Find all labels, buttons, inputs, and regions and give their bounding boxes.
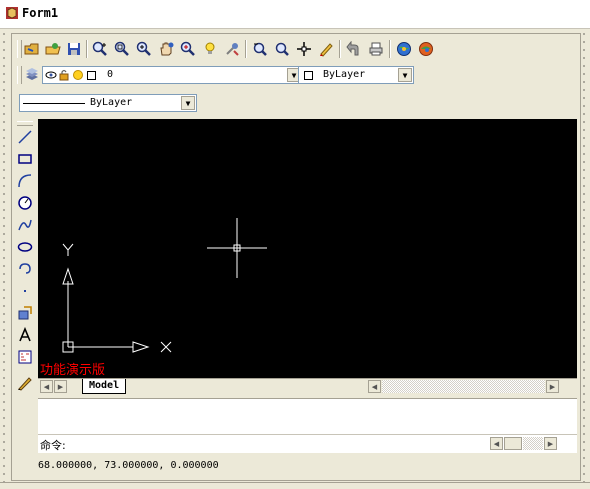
- form-grid-left: [0, 30, 10, 482]
- tab-scroll-first-icon[interactable]: ◀: [40, 380, 53, 393]
- color-value: ByLayer: [323, 69, 366, 80]
- zoom-realtime-icon[interactable]: [90, 40, 110, 58]
- text-tool-icon[interactable]: [16, 325, 34, 345]
- chevron-down-icon[interactable]: ▼: [398, 68, 412, 82]
- line-tool-icon[interactable]: [16, 127, 34, 147]
- layer-combo[interactable]: 0 ▼: [42, 66, 303, 84]
- ucs-y-text: Y: [76, 253, 77, 255]
- command-prompt: 命令:: [40, 439, 66, 452]
- layer-manager-icon[interactable]: [22, 66, 42, 84]
- ucs-x-text: X: [176, 351, 177, 353]
- draw-toolbar: [14, 119, 36, 399]
- coordinate-status: 68.000000, 73.000000, 0.000000: [38, 460, 219, 471]
- zoom-extents-icon[interactable]: [134, 40, 154, 58]
- command-history: [38, 398, 577, 435]
- lock-icon: [59, 69, 69, 84]
- block-insert-icon[interactable]: [16, 303, 34, 323]
- toolbar-grip[interactable]: [17, 121, 33, 126]
- layer-tool-icon[interactable]: [222, 40, 242, 58]
- hscroll-left-icon[interactable]: ◀: [368, 380, 381, 393]
- spline-tool-icon[interactable]: [16, 215, 34, 235]
- open-icon[interactable]: [22, 40, 42, 58]
- standard-toolbar: [14, 37, 442, 61]
- open-folder-icon[interactable]: [43, 40, 63, 58]
- color-globe-icon[interactable]: [394, 40, 414, 58]
- color-combo[interactable]: ByLayer ▼: [298, 66, 414, 84]
- move-cross-icon[interactable]: [294, 40, 314, 58]
- redraw-globe-icon[interactable]: [416, 40, 436, 58]
- hatch-tool-icon[interactable]: [16, 347, 34, 367]
- light-bulb-icon[interactable]: [200, 40, 220, 58]
- eye-icon: [45, 70, 57, 83]
- horizontal-scrollbar[interactable]: [382, 380, 545, 393]
- hscroll-right-icon[interactable]: ▶: [546, 380, 559, 393]
- edit-pencil-icon[interactable]: [16, 373, 34, 393]
- circle-tool-icon[interactable]: [16, 193, 34, 213]
- chevron-down-icon[interactable]: ▼: [181, 96, 195, 110]
- pan-hand-icon[interactable]: [156, 40, 176, 58]
- cmd-scroll-right-icon[interactable]: ▶: [544, 437, 557, 450]
- toolbar-separator: [389, 40, 391, 58]
- linetype-value: ByLayer: [90, 97, 133, 108]
- demo-watermark: 功能演示版: [40, 363, 106, 378]
- cmd-scroll-thumb[interactable]: [504, 437, 522, 450]
- layer-color-swatch: [87, 71, 96, 80]
- point-tool-icon[interactable]: [16, 281, 34, 301]
- arc-tool-icon[interactable]: [16, 171, 34, 191]
- linetype-combo[interactable]: ByLayer ▼: [19, 94, 197, 112]
- toolbar-separator: [86, 40, 88, 58]
- ucs-icon: [62, 243, 172, 353]
- save-icon[interactable]: [64, 40, 84, 58]
- tab-scroll-last-icon[interactable]: ▶: [54, 380, 67, 393]
- window-titlebar: Form1: [0, 0, 590, 29]
- print-icon[interactable]: [366, 40, 386, 58]
- window-title: Form1: [22, 6, 59, 20]
- toolbar-separator: [245, 40, 247, 58]
- undo-arrow-icon[interactable]: [344, 40, 364, 58]
- color-swatch: [304, 71, 313, 80]
- magnifier-icon[interactable]: [272, 40, 292, 58]
- zoom-window-icon[interactable]: [112, 40, 132, 58]
- layout-tabs-bar: ◀ ▶ Model ◀ ▶: [38, 378, 577, 396]
- form-grid-right: [580, 30, 590, 482]
- zoom-previous-icon[interactable]: [250, 40, 270, 58]
- rectangle-tool-icon[interactable]: [16, 149, 34, 169]
- freeze-sun-icon: [72, 69, 84, 84]
- app-icon: [6, 7, 18, 19]
- pencil-icon[interactable]: [316, 40, 336, 58]
- drawing-canvas[interactable]: YX Y X 功能演示版: [38, 119, 577, 378]
- tab-model[interactable]: Model: [82, 379, 127, 394]
- toolbar-separator: [339, 40, 341, 58]
- layer-toolbar: 0 ▼: [14, 63, 303, 87]
- ellipse-tool-icon[interactable]: [16, 237, 34, 257]
- canvas-graphics: YX: [62, 218, 267, 353]
- linetype-sample: [23, 103, 85, 104]
- cmd-scroll-left-icon[interactable]: ◀: [490, 437, 503, 450]
- curve-tool-icon[interactable]: [16, 259, 34, 279]
- crosshair-cursor: [207, 218, 267, 278]
- command-scrollbar[interactable]: [523, 437, 543, 450]
- layer-value: 0: [107, 69, 114, 80]
- zoom-in-icon[interactable]: [178, 40, 198, 58]
- command-line[interactable]: 命令: ◀ ▶: [38, 434, 577, 453]
